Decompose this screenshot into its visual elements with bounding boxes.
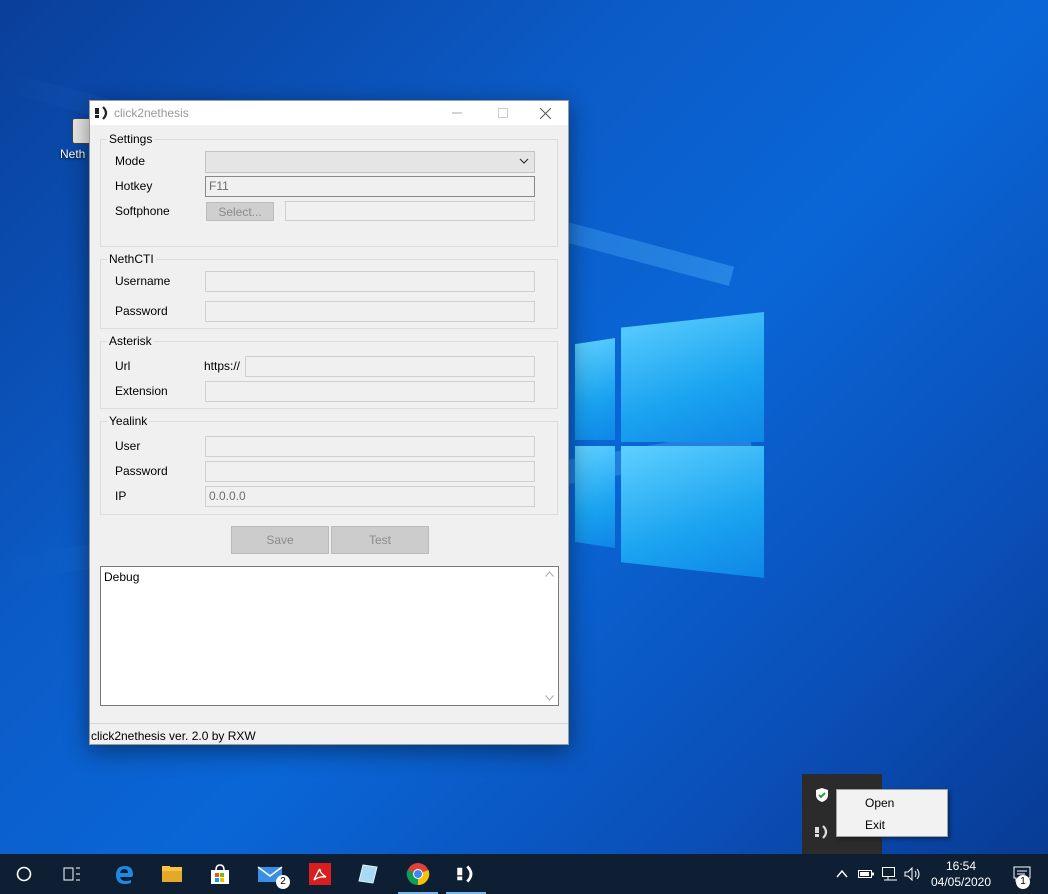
click2nethesis-icon — [457, 865, 473, 883]
menu-item-exit[interactable]: Exit — [865, 818, 885, 832]
edge-icon — [116, 866, 133, 884]
chevron-down-icon[interactable] — [545, 695, 554, 701]
test-button[interactable]: Test — [331, 526, 429, 554]
clock-time: 16:54 — [945, 859, 977, 873]
tray-context-menu: Open Exit — [836, 789, 948, 837]
yealink-group: Yealink User Password IP 0.0.0.0 — [100, 414, 558, 515]
chevron-up-icon[interactable] — [836, 869, 848, 879]
nethcti-group: NethCTI Username Password — [100, 252, 558, 329]
softphone-label: Softphone — [115, 204, 170, 218]
clock-date: 04/05/2020 — [930, 875, 992, 889]
settings-group-title: Settings — [107, 132, 155, 146]
yealink-user-label: User — [115, 439, 141, 453]
app-handset-icon — [95, 106, 108, 120]
softphone-path-field[interactable] — [285, 201, 535, 221]
windows-logo-pane — [621, 446, 764, 578]
yealink-password-label: Password — [115, 464, 168, 478]
nethcti-group-title: NethCTI — [107, 252, 156, 266]
notification-count-badge: 1 — [1016, 875, 1030, 889]
hotkey-label: Hotkey — [115, 179, 153, 193]
yealink-password-field[interactable] — [205, 461, 535, 482]
action-center-button[interactable]: 1 — [998, 854, 1046, 894]
menu-item-open[interactable]: Open — [865, 796, 894, 810]
url-field[interactable] — [245, 356, 535, 377]
username-label: Username — [115, 274, 171, 288]
task-view-button[interactable] — [48, 854, 96, 894]
url-prefix: https:// — [204, 359, 241, 373]
edge-button[interactable] — [100, 854, 148, 894]
settings-group: Settings Mode Hotkey F11 Softphone Selec… — [100, 132, 558, 247]
click2nethesis-tray-icon[interactable] — [814, 824, 830, 840]
notepad-button[interactable] — [344, 854, 392, 894]
ip-label: IP — [115, 489, 127, 503]
mail-button[interactable]: 2 — [246, 854, 294, 894]
username-field[interactable] — [205, 271, 535, 292]
mode-label: Mode — [115, 154, 146, 168]
asterisk-group-title: Asterisk — [107, 334, 154, 348]
ip-field[interactable]: 0.0.0.0 — [205, 486, 535, 507]
store-icon — [211, 864, 229, 884]
task-view-icon — [63, 867, 80, 881]
acrobat-button[interactable] — [296, 854, 344, 894]
mail-unread-badge: 2 — [276, 875, 290, 889]
windows-logo-pane — [575, 338, 615, 440]
extension-field[interactable] — [205, 381, 535, 402]
yealink-user-field[interactable] — [205, 436, 535, 457]
asterisk-group: Asterisk Url https:// Extension — [100, 334, 558, 409]
minimize-button[interactable] — [434, 101, 480, 125]
softphone-select-button[interactable]: Select... — [206, 202, 274, 221]
click2nethesis-taskbar-button[interactable] — [442, 854, 490, 894]
window-title: click2nethesis — [114, 106, 189, 120]
debug-log[interactable]: Debug — [100, 566, 559, 706]
debug-log-text: Debug — [104, 570, 140, 584]
windows-logo-pane — [621, 312, 764, 442]
status-text: click2nethesis ver. 2.0 by RXW — [91, 729, 256, 743]
click2nethesis-window: click2nethesis Settings Mode Hotkey F11 … — [89, 100, 569, 745]
maximize-icon — [498, 108, 508, 118]
password-field[interactable] — [205, 301, 535, 322]
taskbar-clock[interactable]: 16:54 04/05/2020 — [928, 858, 994, 890]
store-button[interactable] — [196, 854, 244, 894]
security-shield-icon[interactable] — [814, 787, 830, 803]
chevron-down-icon — [519, 158, 529, 164]
volume-icon[interactable] — [904, 867, 922, 881]
save-button[interactable]: Save — [231, 526, 329, 554]
chevron-up-icon[interactable] — [545, 571, 554, 577]
extension-label: Extension — [115, 384, 168, 398]
mode-dropdown[interactable] — [205, 151, 535, 173]
file-explorer-button[interactable] — [148, 854, 196, 894]
taskbar: 2 16:54 04/05/2020 1 — [0, 854, 1048, 894]
chrome-button[interactable] — [394, 854, 442, 894]
debug-scrollbar[interactable] — [542, 567, 558, 705]
title-bar[interactable]: click2nethesis — [90, 101, 568, 125]
file-explorer-icon — [162, 866, 182, 882]
close-icon — [539, 107, 551, 119]
battery-icon[interactable] — [858, 868, 874, 880]
chrome-icon — [406, 863, 430, 886]
status-bar: click2nethesis ver. 2.0 by RXW — [90, 723, 568, 744]
url-label: Url — [115, 359, 131, 373]
hotkey-field[interactable]: F11 — [205, 176, 535, 197]
yealink-group-title: Yealink — [107, 414, 150, 428]
acrobat-icon — [309, 863, 331, 885]
password-label: Password — [115, 304, 168, 318]
windows-logo-pane — [575, 446, 615, 548]
maximize-button[interactable] — [480, 101, 526, 125]
search-icon — [16, 866, 32, 882]
notepad-icon — [358, 864, 378, 884]
network-icon[interactable] — [882, 867, 898, 881]
close-button[interactable] — [522, 101, 568, 125]
search-button[interactable] — [0, 854, 48, 894]
minimize-icon — [452, 112, 462, 114]
